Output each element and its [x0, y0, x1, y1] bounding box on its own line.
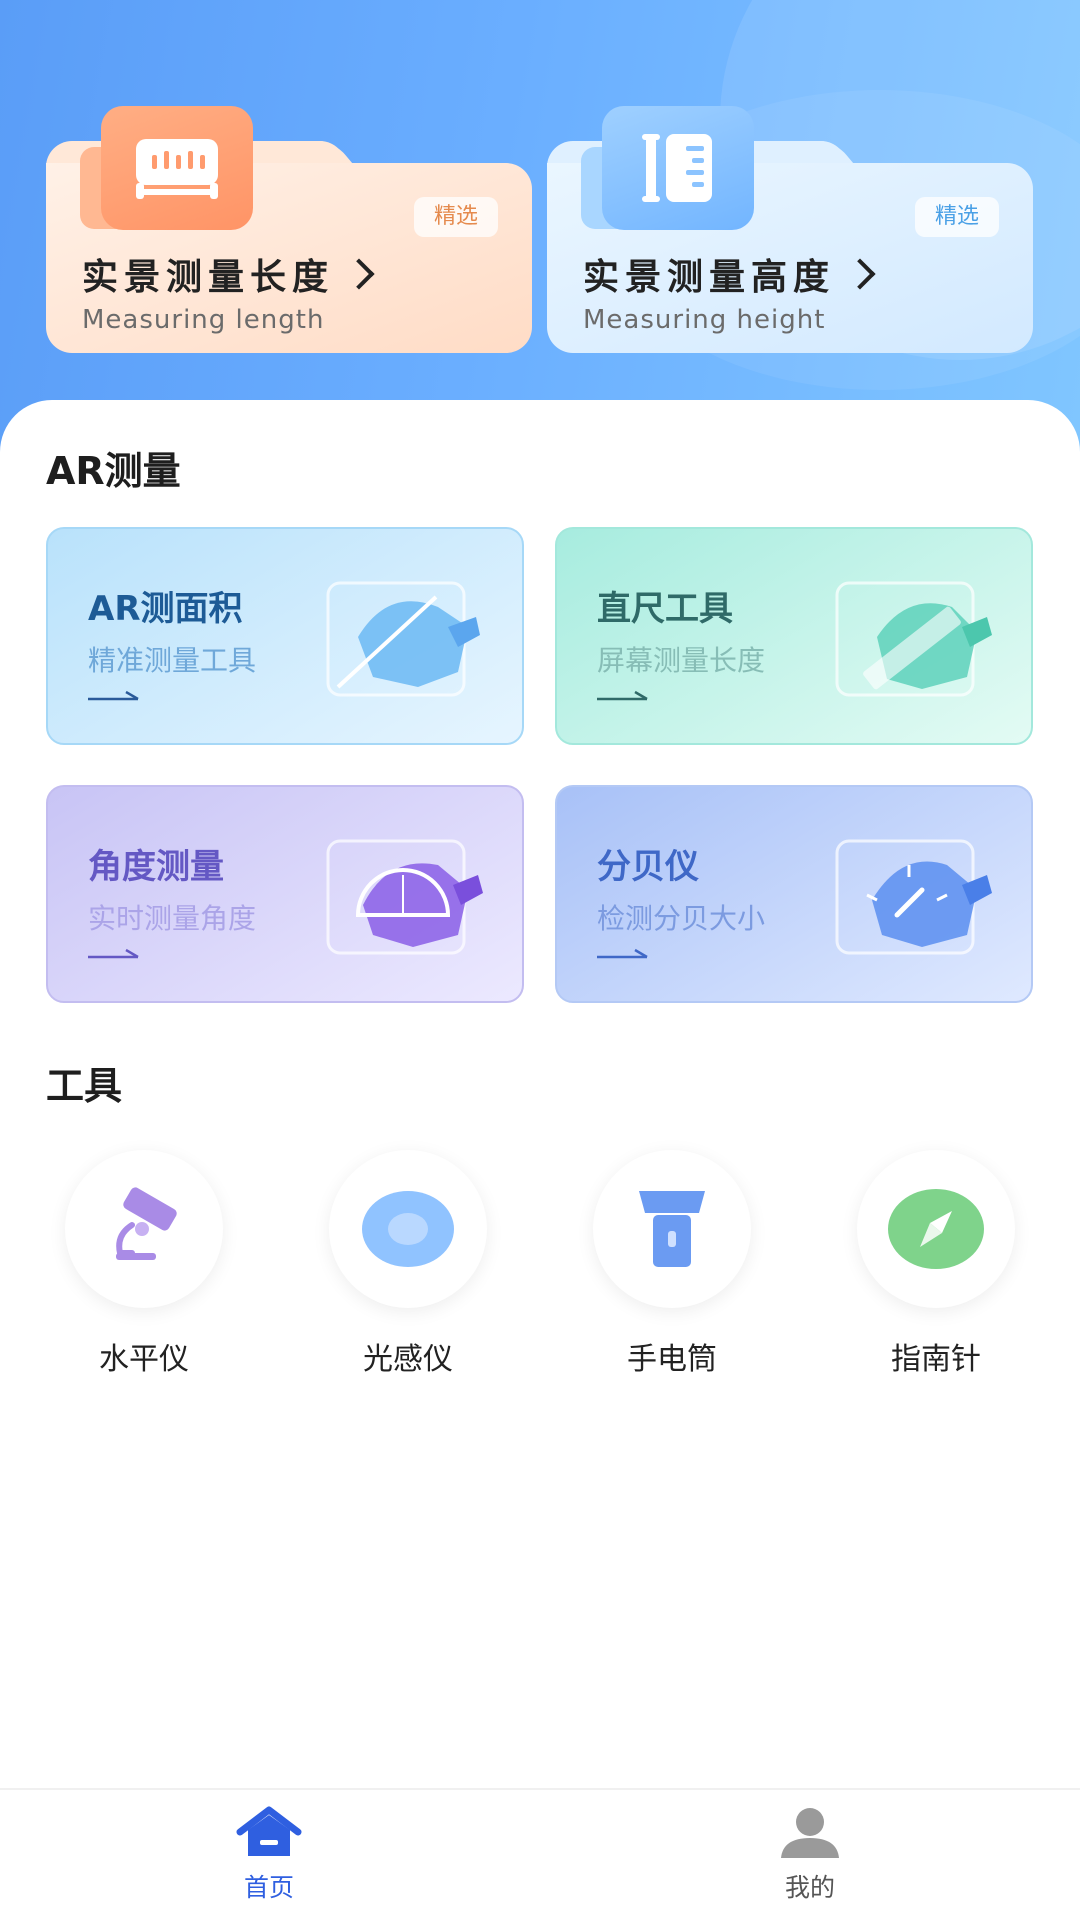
feature-title-text: 实景测量长度 [82, 257, 335, 298]
feature-subtitle: Measuring height [583, 305, 826, 335]
tool-light-sensor[interactable]: 光感仪 [308, 1150, 508, 1378]
ar-card-ruler[interactable]: 直尺工具 屏幕测量长度 [555, 527, 1033, 745]
tool-label: 水平仪 [99, 1342, 189, 1377]
tool-label: 光感仪 [363, 1342, 453, 1377]
ar-card-name: AR测面积 [88, 589, 243, 629]
arrow-right-icon [597, 948, 648, 959]
tool-compass[interactable]: 指南针 [836, 1150, 1036, 1378]
ar-card-name: 分贝仪 [597, 847, 699, 887]
ruler-icon [835, 581, 992, 697]
ar-card-area[interactable]: AR测面积 精准测量工具 [46, 527, 524, 745]
compass-icon [888, 1189, 984, 1269]
nav-tab-home[interactable]: 首页 [169, 1806, 369, 1904]
ar-card-desc: 屏幕测量长度 [597, 644, 766, 677]
protractor-icon [326, 839, 483, 955]
ar-card-angle[interactable]: 角度测量 实时测量角度 [46, 785, 524, 1003]
feature-card-measure-length[interactable]: 精选 实景测量长度 Measuring length [46, 105, 532, 353]
section-title-ar: AR测量 [46, 449, 181, 493]
ar-card-name: 直尺工具 [597, 589, 733, 629]
ar-card-name: 角度测量 [88, 847, 224, 887]
decibel-meter-icon [835, 839, 992, 955]
arrow-right-icon [88, 690, 139, 701]
chevron-right-icon [343, 258, 375, 290]
feature-subtitle: Measuring length [82, 305, 325, 335]
tool-flashlight[interactable]: 手电筒 [572, 1150, 772, 1378]
arrow-right-icon [88, 948, 139, 959]
feature-title: 实景测量长度 [82, 248, 375, 300]
tool-label: 指南针 [891, 1342, 981, 1377]
tool-icon-circle [329, 1150, 487, 1308]
tool-level[interactable]: 水平仪 [44, 1150, 244, 1378]
ar-card-desc: 实时测量角度 [88, 902, 257, 935]
ar-card-desc: 精准测量工具 [88, 644, 257, 677]
level-icon [116, 1187, 177, 1260]
tool-label: 手电筒 [627, 1342, 717, 1377]
feature-card-measure-height[interactable]: 精选 实景测量高度 Measuring height [547, 105, 1033, 353]
tool-icon-circle [857, 1150, 1015, 1308]
user-icon [781, 1808, 839, 1858]
featured-badge: 精选 [914, 197, 999, 237]
hero-banner: 精选 实景测量长度 Measuring length 精选 实景测量高度 Mea… [0, 0, 1080, 460]
measuring-tape-icon [101, 106, 253, 230]
height-ruler-icon [602, 106, 754, 230]
area-measure-icon [326, 581, 480, 697]
ar-card-desc: 检测分贝大小 [597, 902, 766, 935]
flashlight-icon [639, 1191, 705, 1267]
home-icon [236, 1806, 302, 1856]
light-sensor-icon [362, 1191, 454, 1267]
tool-icon-circle [593, 1150, 751, 1308]
feature-title: 实景测量高度 [583, 248, 876, 300]
ar-card-decibel[interactable]: 分贝仪 检测分贝大小 [555, 785, 1033, 1003]
nav-label: 首页 [243, 1873, 294, 1902]
tool-icon-circle [65, 1150, 223, 1308]
bottom-navigation: 首页 我的 [0, 1788, 1080, 1922]
feature-title-text: 实景测量高度 [583, 257, 836, 298]
featured-badge: 精选 [413, 197, 498, 237]
chevron-right-icon [844, 258, 876, 290]
nav-label: 我的 [784, 1873, 835, 1902]
nav-tab-mine[interactable]: 我的 [710, 1806, 910, 1904]
section-title-tools: 工具 [46, 1064, 123, 1108]
arrow-right-icon [597, 690, 648, 701]
